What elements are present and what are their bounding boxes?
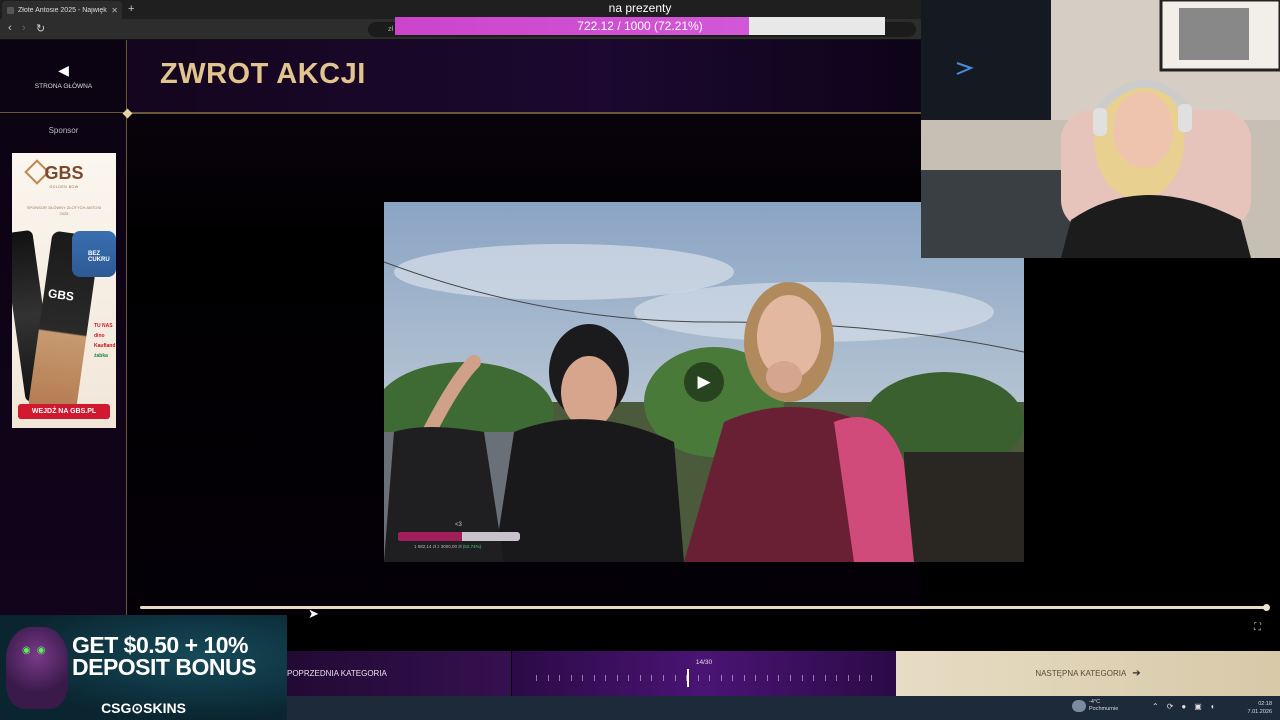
store-logos: TU NAS dino Kaufland żabka <box>94 323 116 359</box>
streamer-webcam <box>921 0 1280 258</box>
chevron-up-icon[interactable]: ⌃ <box>1152 702 1159 711</box>
tab-title: Złote Antosie 2025 - Najwięk <box>18 6 107 14</box>
category-tick[interactable] <box>743 675 745 681</box>
category-tick[interactable] <box>824 675 826 681</box>
ad-cta-button[interactable]: WEJDŹ NA GBS.PL <box>18 404 110 419</box>
category-tick[interactable] <box>593 675 595 681</box>
video-goal-amount: 1 582,14 zł z 3000,00 zł <box>414 544 462 549</box>
category-tick[interactable] <box>674 675 676 681</box>
clock-time: 02:18 <box>1258 701 1272 707</box>
category-tick[interactable] <box>582 675 584 681</box>
category-tick[interactable] <box>836 675 838 681</box>
mouse-cursor-icon: ➤ <box>308 606 319 621</box>
video-goal-fill <box>398 532 463 541</box>
category-tick[interactable] <box>801 675 803 681</box>
category-tick[interactable] <box>813 675 815 681</box>
network-icon[interactable]: ▣ <box>1194 702 1202 711</box>
goal-progress-bar: 722.12 / 1000 (72.21%) <box>395 17 885 35</box>
video-emote: <3 <box>455 522 462 528</box>
video-goal-bar <box>398 532 520 541</box>
clock-date: 7.01.2026 <box>1247 709 1272 715</box>
category-tick[interactable] <box>628 675 630 681</box>
arrow-left-icon: ◀ <box>58 62 69 78</box>
weather-temp: -4°C <box>1089 699 1101 705</box>
category-tick[interactable] <box>709 675 711 681</box>
ad-headline-2: DEPOSIT BONUS <box>72 654 256 680</box>
weather-text: -4°C Pochmurnie <box>1089 699 1118 713</box>
mascot-eyes: ◉◉ <box>22 645 52 656</box>
category-tick[interactable] <box>766 675 768 681</box>
play-button[interactable]: ▶ <box>684 362 724 402</box>
play-icon: ▶ <box>697 372 711 391</box>
category-tick[interactable] <box>639 675 641 681</box>
sponsor-ad[interactable]: GBS GOLDEN BOW SPONSOR GŁÓWNY ZŁOTYCH AN… <box>12 153 116 428</box>
header-divider <box>127 113 921 114</box>
category-tick[interactable] <box>859 675 861 681</box>
category-tick[interactable] <box>720 675 722 681</box>
category-tick[interactable] <box>616 675 618 681</box>
cloud-icon <box>1072 700 1086 712</box>
sponsor-label: Sponsor <box>48 126 79 135</box>
weather-widget[interactable]: -4°C Pochmurnie <box>1072 699 1118 713</box>
system-tray: ⌃ ⟳ ● ▣ ◖ <box>1152 702 1215 711</box>
category-tick[interactable] <box>559 675 561 681</box>
category-ticks <box>536 675 872 683</box>
store-logo: TU NAS <box>94 323 113 329</box>
forward-button[interactable]: › <box>22 22 26 34</box>
can-bez-cukru: BEZ CUKRU <box>88 251 110 263</box>
category-tick[interactable] <box>605 675 607 681</box>
csgo-skins-ad[interactable]: ◉◉ GET $0.50 + 10% DEPOSIT BONUS CSG⊙SKI… <box>0 615 287 720</box>
category-tick[interactable] <box>755 675 757 681</box>
store-logo: żabka <box>94 353 108 359</box>
next-category-button[interactable]: NASTĘPNA KATEGORIA ➔ <box>896 651 1280 696</box>
goal-progress-text: 722.12 / 1000 (72.21%) <box>577 19 703 33</box>
category-progress-label: 14/30 <box>695 659 713 666</box>
category-tick[interactable] <box>732 675 734 681</box>
category-tick[interactable] <box>663 675 665 681</box>
category-tick[interactable] <box>870 675 872 681</box>
home-button[interactable]: ◀ STRONA GŁÓWNA <box>0 40 127 113</box>
mascot-image <box>6 627 68 709</box>
ad-tagline: GOLDEN BOW <box>49 185 79 189</box>
ad-brand: CSG⊙SKINS <box>101 700 186 716</box>
page-title: ZWROT AKCJI <box>160 58 366 90</box>
ad-sponsor-text: SPONSOR GŁÓWNY ZŁOTYCH ANTOSI 2025 <box>26 205 102 216</box>
video-goal-text: 1 582,14 zł z 3000,00 zł (52.74%) <box>414 544 481 549</box>
os-taskbar <box>287 696 1280 720</box>
category-tick[interactable] <box>536 675 537 681</box>
next-category-label: NASTĘPNA KATEGORIA <box>1035 669 1127 678</box>
tab-close-icon[interactable]: ✕ <box>111 6 122 15</box>
prev-category-label: POPRZEDNIA KATEGORIA <box>287 669 387 678</box>
category-tick[interactable] <box>790 675 792 681</box>
weather-desc: Pochmurnie <box>1089 706 1119 712</box>
scrub-handle[interactable] <box>1263 604 1270 611</box>
category-progress-marker <box>687 669 690 687</box>
category-progress[interactable]: 14/30 <box>512 651 896 696</box>
favicon-icon <box>7 6 14 14</box>
mic-icon[interactable]: ● <box>1181 702 1186 711</box>
category-tick[interactable] <box>570 675 572 681</box>
fullscreen-icon[interactable]: ⛶ <box>1254 622 1261 633</box>
store-logo: dino <box>94 333 105 339</box>
browser-tab[interactable]: Złote Antosie 2025 - Najwięk ✕ <box>2 1 122 19</box>
arrow-right-icon: ➔ <box>1132 668 1141 679</box>
category-tick[interactable] <box>697 675 699 681</box>
sync-icon[interactable]: ⟳ <box>1167 702 1174 711</box>
category-tick[interactable] <box>547 675 549 681</box>
reload-button[interactable]: ↻ <box>36 22 45 35</box>
volume-icon[interactable]: ◖ <box>1210 702 1215 711</box>
video-goal-percent: (52.74%) <box>462 544 482 549</box>
store-logo: Kaufland <box>94 343 116 349</box>
taskbar-clock[interactable]: 02:18 7.01.2026 <box>1242 700 1272 716</box>
prev-category-button[interactable]: POPRZEDNIA KATEGORIA <box>285 651 511 696</box>
ad-logo: GBS <box>44 163 84 183</box>
category-tick[interactable] <box>847 675 849 681</box>
webcam-frame <box>921 0 1280 258</box>
category-tick[interactable] <box>651 675 653 681</box>
goal-title: na prezenty <box>608 1 672 15</box>
category-tick[interactable] <box>778 675 780 681</box>
home-label: STRONA GŁÓWNA <box>34 83 93 90</box>
new-tab-button[interactable]: + <box>128 3 134 15</box>
back-button[interactable]: ‹ <box>8 22 12 34</box>
